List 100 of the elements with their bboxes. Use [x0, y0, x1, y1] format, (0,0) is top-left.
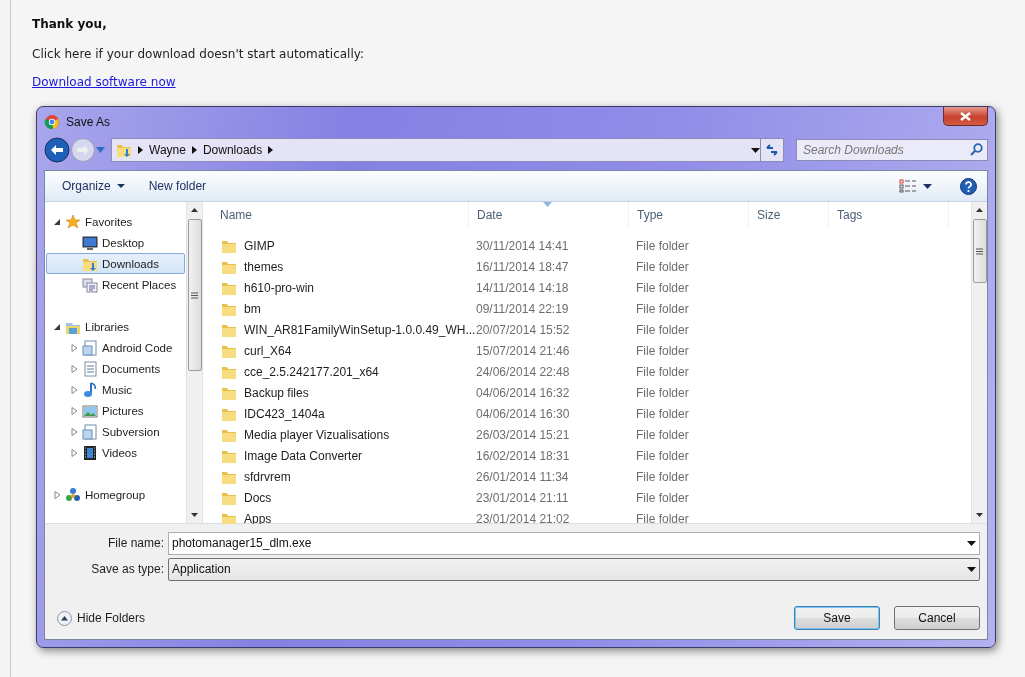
- page-heading: Thank you,: [32, 16, 108, 31]
- folder-name[interactable]: Docs: [244, 490, 272, 505]
- folder-name[interactable]: IDC423_1404a: [244, 406, 325, 421]
- column-header[interactable]: Type: [629, 202, 749, 228]
- view-options-icon[interactable]: [899, 179, 917, 193]
- close-icon: [960, 111, 971, 121]
- caret-icon[interactable]: [923, 183, 932, 189]
- dropdown-caret-icon[interactable]: [967, 540, 976, 546]
- date-cell-text: 26/01/2014 11:34: [475, 469, 570, 484]
- type-cell-text: File folder: [635, 322, 690, 337]
- column-header[interactable]: Size: [749, 202, 829, 228]
- library-document-icon: [82, 339, 98, 356]
- column-header[interactable]: Tags: [829, 202, 949, 228]
- type-cell-text: File folder: [635, 490, 690, 505]
- type-cell-text: File folder: [635, 511, 690, 526]
- expand-arrow-icon[interactable]: [70, 448, 78, 457]
- collapse-arrow-icon[interactable]: [53, 217, 61, 226]
- star-icon: [65, 213, 81, 230]
- scrollbar-thumb[interactable]: [972, 219, 987, 283]
- hide-folders-button[interactable]: Hide Folders: [57, 610, 146, 626]
- folder-name[interactable]: Apps: [244, 511, 272, 526]
- nav-item[interactable]: Downloads: [46, 253, 185, 274]
- expand-arrow-icon[interactable]: [70, 343, 78, 352]
- file-type-dropdown[interactable]: Application: [168, 557, 980, 581]
- scrollbar[interactable]: [971, 202, 987, 523]
- date-cell-text: 23/01/2014 21:02: [475, 511, 571, 526]
- dialog-button[interactable]: Save: [794, 606, 880, 630]
- file-name-field[interactable]: photomanager15_dlm.exe: [168, 531, 980, 555]
- type-cell-text: File folder: [635, 469, 690, 484]
- date-cell-text: 04/06/2014 16:32: [475, 385, 571, 400]
- folder-name[interactable]: curl_X64: [244, 343, 292, 358]
- dropdown-caret-icon[interactable]: [751, 147, 760, 153]
- collapse-arrow-icon[interactable]: [53, 322, 61, 331]
- nav-item[interactable]: Music: [46, 379, 185, 400]
- type-cell-text: File folder: [635, 238, 690, 253]
- type-cell-text: File folder: [635, 259, 690, 274]
- address-bar[interactable]: Wayne Downloads: [111, 138, 761, 162]
- nav-item[interactable]: Favorites: [46, 211, 185, 232]
- folder-name[interactable]: WIN_AR81FamilyWinSetup-1.0.0.49_WH...: [244, 322, 476, 337]
- column-header[interactable]: Date: [469, 202, 629, 228]
- expand-arrow-icon[interactable]: [70, 406, 78, 415]
- recent-places-icon: [82, 276, 98, 293]
- nav-item[interactable]: Documents: [46, 358, 185, 379]
- nav-item[interactable]: Pictures: [46, 400, 185, 421]
- breadcrumb-arrow-icon[interactable]: [138, 146, 143, 154]
- nav-item[interactable]: Libraries: [46, 316, 185, 337]
- nav-item[interactable]: Android Code: [46, 337, 185, 358]
- back-button[interactable]: [44, 137, 70, 163]
- column-header[interactable]: Name: [212, 202, 469, 228]
- breadcrumb-item[interactable]: Wayne: [149, 143, 186, 157]
- folder-name[interactable]: sfdrvrem: [244, 469, 291, 484]
- nav-item[interactable]: Videos: [46, 442, 185, 463]
- date-cell-text: 16/02/2014 18:31: [475, 448, 571, 463]
- close-button[interactable]: [943, 107, 988, 126]
- type-cell-text: File folder: [635, 406, 690, 421]
- download-link[interactable]: Download software now: [32, 75, 176, 89]
- scrollbar[interactable]: [186, 202, 202, 523]
- folder-name[interactable]: Backup files: [244, 385, 309, 400]
- downloads-folder-icon: [116, 142, 132, 158]
- nav-item[interactable]: Homegroup: [46, 484, 185, 505]
- date-cell-text: 14/11/2014 14:18: [475, 280, 570, 295]
- search-field[interactable]: Search Downloads: [796, 139, 988, 161]
- folder-name[interactable]: Media player Vizualisations: [244, 427, 390, 442]
- expand-arrow-icon[interactable]: [70, 364, 78, 373]
- type-cell-text: File folder: [635, 343, 690, 358]
- dialog-button[interactable]: Cancel: [894, 606, 980, 630]
- folder-name[interactable]: GIMP: [244, 238, 275, 253]
- expand-arrow-icon[interactable]: [53, 490, 61, 499]
- dropdown-caret-icon[interactable]: [967, 566, 976, 572]
- folder-name[interactable]: h610-pro-win: [244, 280, 315, 295]
- date-cell-text: 26/03/2014 15:21: [475, 427, 571, 442]
- folder-name[interactable]: themes: [244, 259, 284, 274]
- expand-arrow-icon[interactable]: [70, 427, 78, 436]
- nav-item[interactable]: Subversion: [46, 421, 185, 442]
- toolbar-button[interactable]: Organize: [53, 176, 134, 196]
- date-cell-text: 04/06/2014 16:30: [475, 406, 571, 421]
- folder-name[interactable]: Image Data Converter: [244, 448, 363, 463]
- monitor-icon: [82, 234, 98, 251]
- grip-icon: [976, 247, 983, 255]
- film-icon: [82, 444, 98, 461]
- type-cell-text: File folder: [635, 364, 690, 379]
- type-cell-text: File folder: [635, 427, 690, 442]
- breadcrumb-arrow-icon[interactable]: [191, 146, 197, 154]
- search-icon[interactable]: [970, 143, 983, 156]
- refresh-button[interactable]: [761, 138, 784, 162]
- help-icon[interactable]: [960, 177, 977, 195]
- date-cell-text: 09/11/2014 22:19: [475, 301, 570, 316]
- expand-arrow-icon[interactable]: [70, 385, 78, 394]
- date-cell-text: 24/06/2014 22:48: [475, 364, 571, 379]
- scrollbar-thumb[interactable]: [187, 219, 202, 371]
- breadcrumb-arrow-icon[interactable]: [268, 146, 274, 154]
- folder-name[interactable]: bm: [244, 301, 261, 316]
- nav-item[interactable]: Recent Places: [46, 274, 185, 295]
- field-label: Save as type:: [90, 562, 165, 576]
- nav-item[interactable]: Desktop: [46, 232, 185, 253]
- folder-name[interactable]: cce_2.5.242177.201_x64: [244, 364, 379, 379]
- type-cell-text: File folder: [635, 385, 690, 400]
- breadcrumb-item[interactable]: Downloads: [202, 143, 263, 157]
- toolbar-button[interactable]: New folder: [139, 176, 216, 196]
- homegroup-icon: [65, 486, 81, 503]
